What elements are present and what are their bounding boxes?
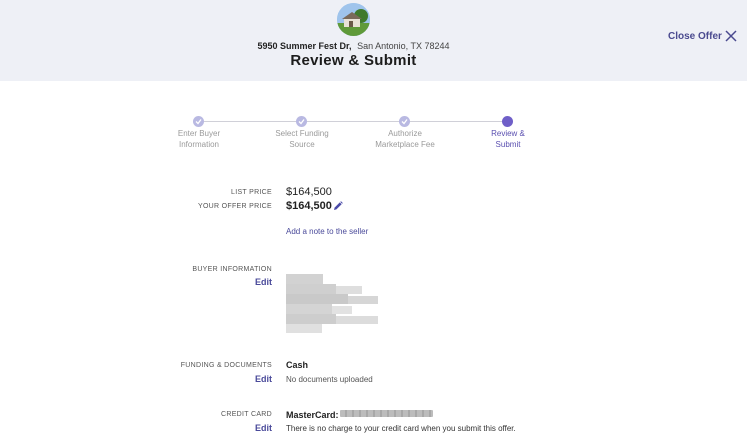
step-4-active-dot [502,116,513,127]
offer-price-value: $164,500 [286,200,332,212]
card-brand: MasterCard: [286,410,339,420]
buyer-edit-link[interactable]: Edit [255,277,272,287]
credit-card-label: CREDIT CARD [220,411,272,418]
credit-card-edit-link[interactable]: Edit [255,423,272,433]
card-charge-note: There is no charge to your credit card w… [286,424,516,433]
step-3-check-icon [399,116,410,127]
add-note-link[interactable]: Add a note to the seller [286,227,368,236]
step-label-line: Enter Buyer [177,129,221,138]
step-label-line: Submit [495,140,521,149]
step-label-line: Authorize [388,129,422,138]
funding-type-value: Cash [286,360,309,370]
page-title: Review & Submit [290,52,417,69]
step-label-line: Marketplace Fee [375,140,435,149]
property-thumbnail [337,3,370,36]
buyer-information-label: BUYER INFORMATION [192,266,272,273]
step-1-check-icon [193,116,204,127]
list-price-value: $164,500 [286,186,332,198]
offer-header: 5950 Summer Fest Dr, San Antonio, TX 782… [0,0,747,81]
step-label-line: Select Funding [275,129,329,138]
edit-pencil-icon[interactable] [333,201,343,211]
step-label-review-submit: Review & Submit [463,128,553,150]
buyer-information-redacted [286,274,386,336]
offer-price-label: YOUR OFFER PRICE [197,203,272,210]
documents-status: No documents uploaded [286,375,373,384]
step-connector [405,121,508,122]
step-label-authorize-marketplace-fee: Authorize Marketplace Fee [360,128,450,150]
list-price-label: LIST PRICE [231,189,272,196]
card-number-redacted [340,410,433,417]
step-label-enter-buyer-information: Enter Buyer Information [154,128,244,150]
address-street: 5950 Summer Fest Dr, [257,41,352,51]
step-label-select-funding-source: Select Funding Source [257,128,347,150]
step-label-line: Information [178,140,220,149]
funding-documents-label: FUNDING & DOCUMENTS [180,362,272,369]
close-offer-label: Close Offer [668,30,722,42]
step-connector [199,121,302,122]
close-offer-button[interactable]: Close Offer [668,30,737,42]
close-icon [725,30,737,42]
property-address: 5950 Summer Fest Dr, San Antonio, TX 782… [0,41,707,51]
funding-edit-link[interactable]: Edit [255,374,272,384]
step-2-check-icon [296,116,307,127]
address-city: San Antonio, TX 78244 [357,41,450,51]
step-connector [302,121,405,122]
step-label-line: Review & [491,129,525,138]
step-label-line: Source [289,140,315,149]
